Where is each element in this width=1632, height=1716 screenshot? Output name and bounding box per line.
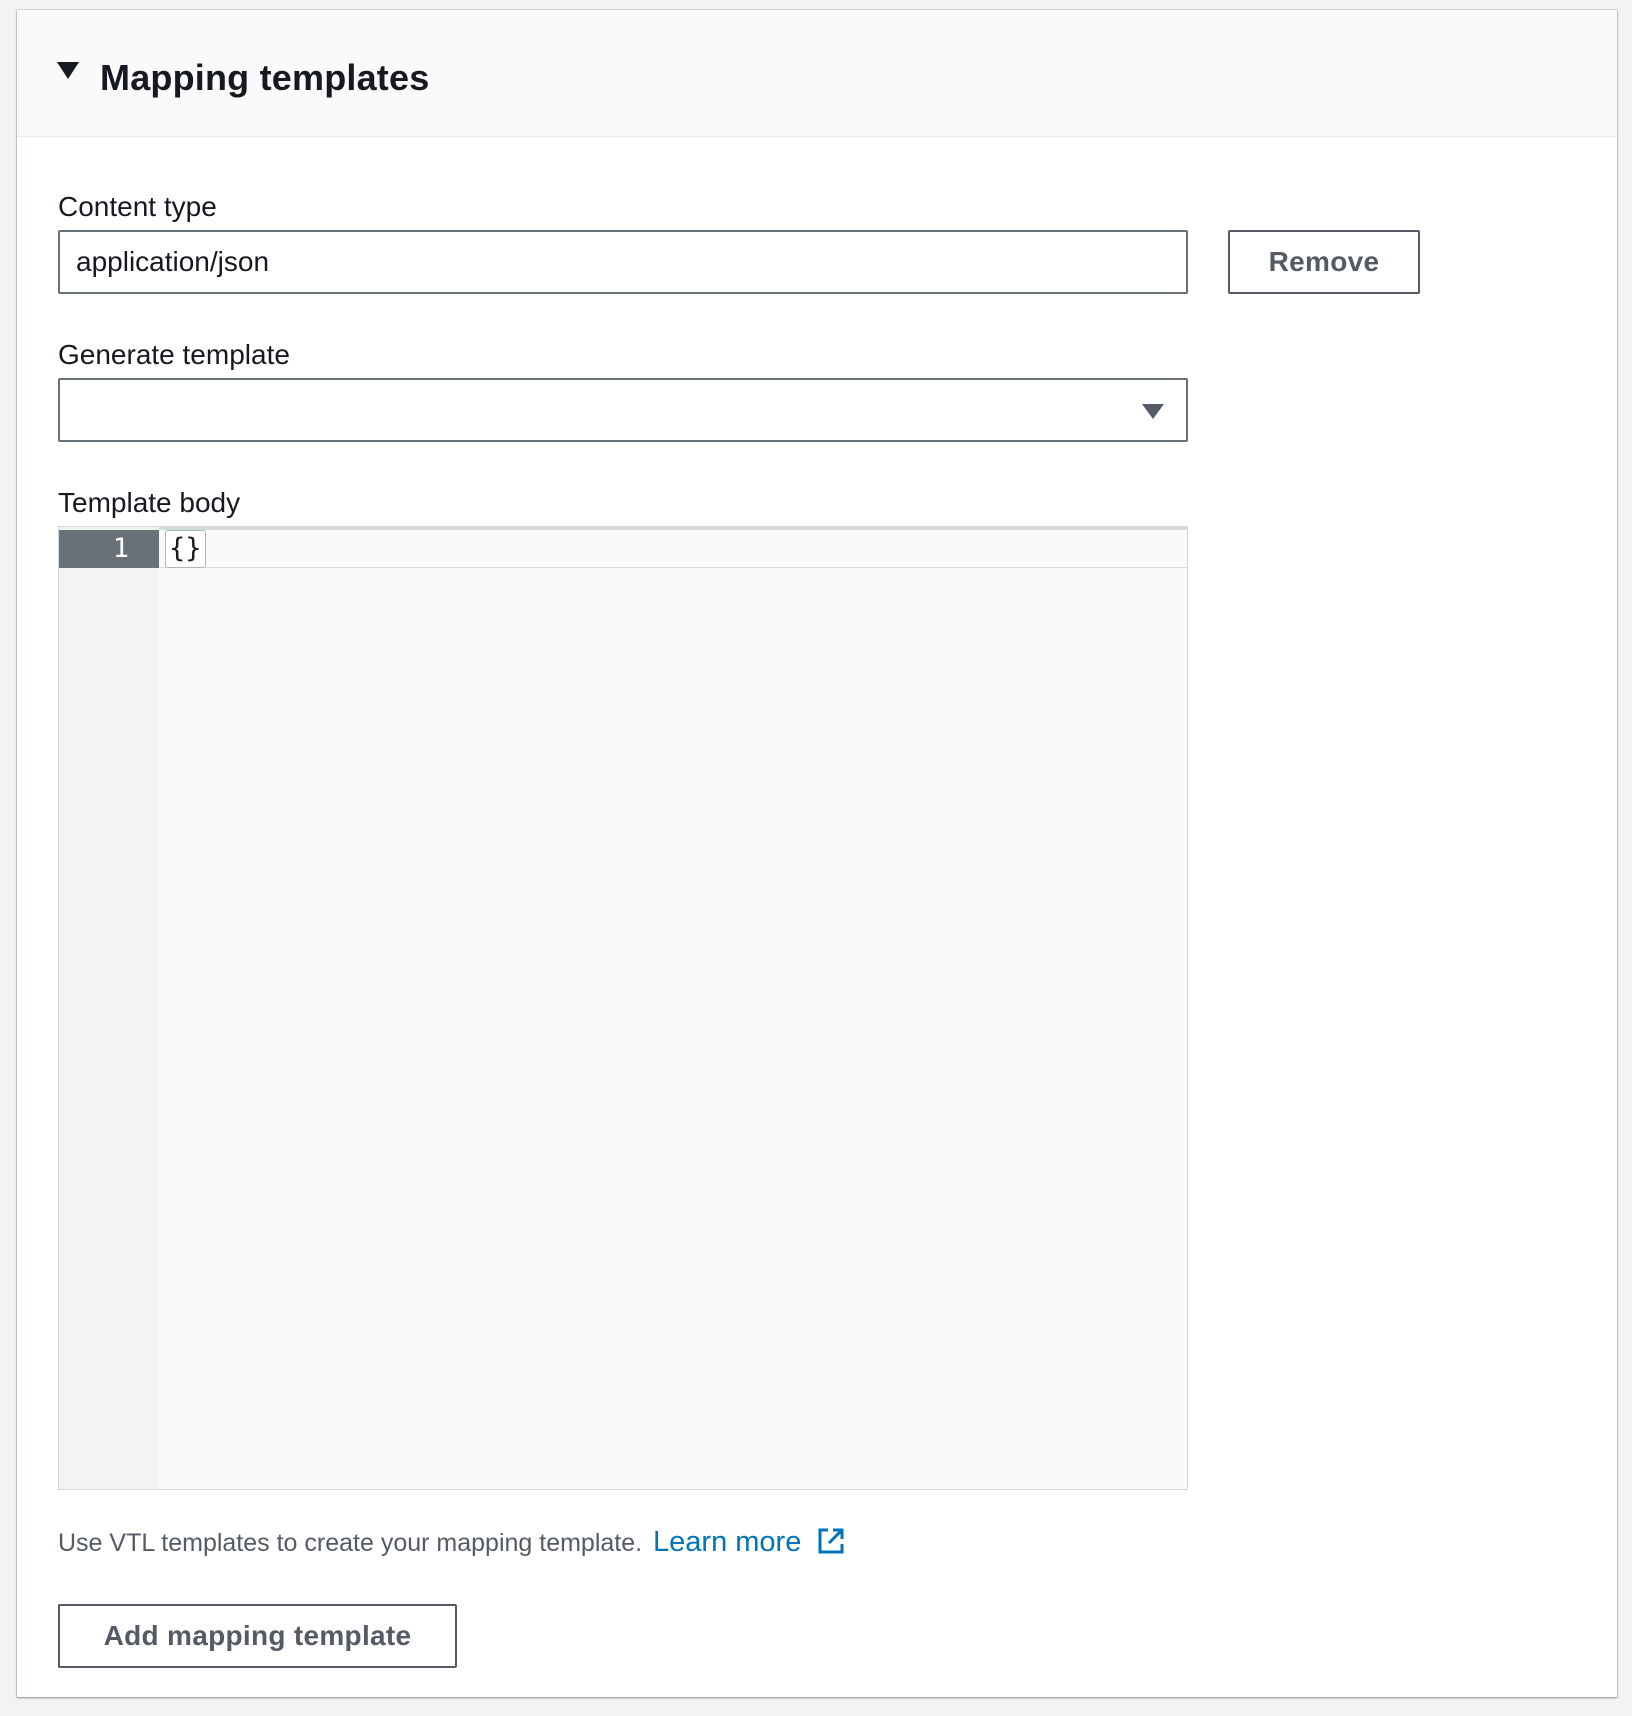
- hint-text: Use VTL templates to create your mapping…: [58, 1529, 643, 1557]
- line-number: 1: [59, 530, 159, 568]
- content-type-input[interactable]: [58, 230, 1188, 294]
- remove-button[interactable]: Remove: [1228, 230, 1420, 294]
- add-mapping-template-button[interactable]: Add mapping template: [58, 1604, 457, 1668]
- vtl-hint: Use VTL templates to create your mapping…: [58, 1526, 846, 1564]
- code-content[interactable]: {}: [165, 530, 206, 568]
- generate-template-select[interactable]: [58, 378, 1188, 442]
- content-type-label: Content type: [58, 191, 217, 222]
- external-link-icon[interactable]: [816, 1526, 846, 1564]
- select-caret-down-icon: [1142, 404, 1164, 419]
- active-line[interactable]: {}: [159, 530, 1187, 568]
- panel-header[interactable]: Mapping templates: [17, 10, 1617, 137]
- generate-template-label: Generate template: [58, 339, 290, 370]
- editor-gutter: [59, 527, 159, 1489]
- mapping-templates-panel: Mapping templates Content type Remove Ge…: [17, 10, 1617, 1697]
- template-body-label: Template body: [58, 487, 241, 518]
- template-body-editor[interactable]: 1 {}: [58, 526, 1188, 1490]
- learn-more-link[interactable]: Learn more: [653, 1526, 801, 1558]
- panel-title: Mapping templates: [100, 57, 430, 98]
- caret-down-icon[interactable]: [57, 62, 79, 79]
